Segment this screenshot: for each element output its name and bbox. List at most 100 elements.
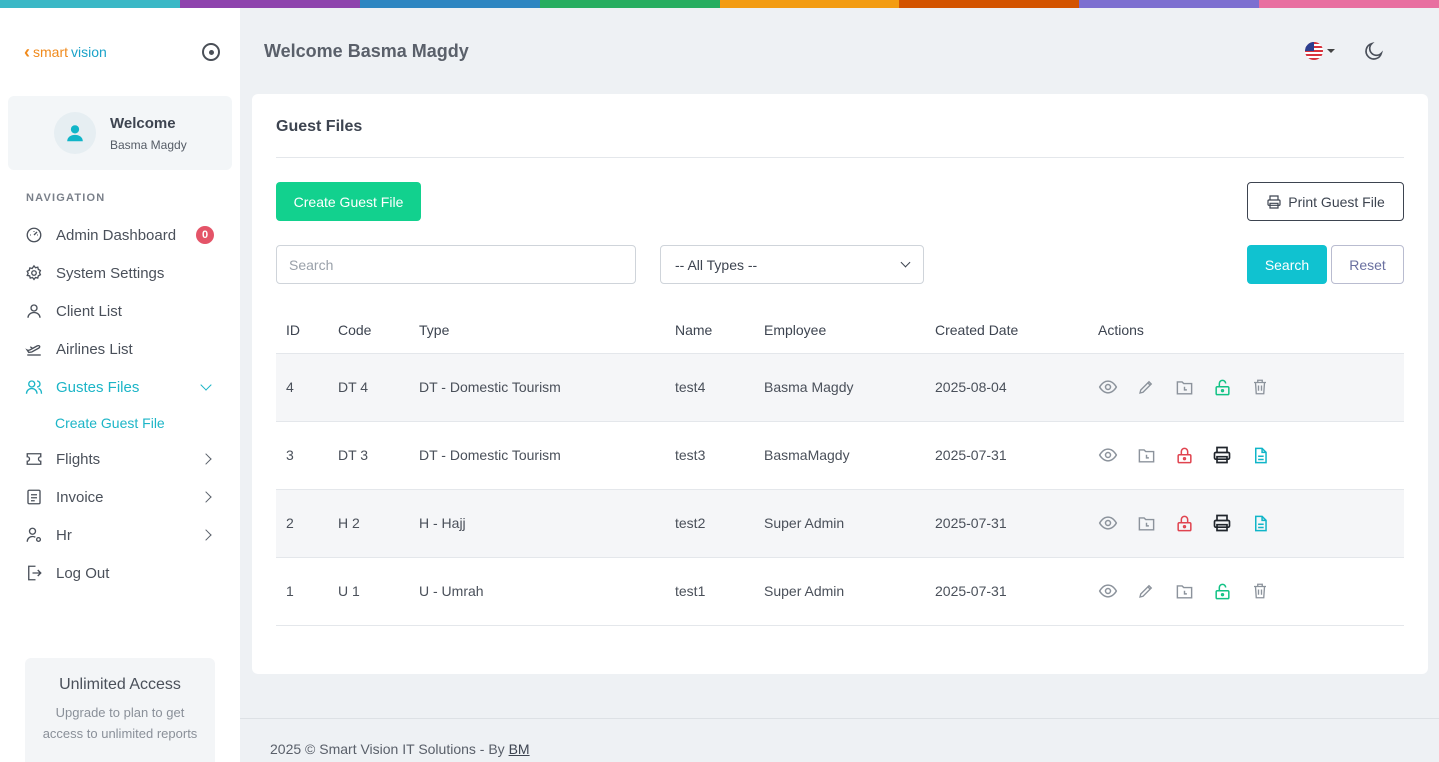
sidebar-item-client-list[interactable]: Client List	[0, 292, 240, 330]
search-button[interactable]: Search	[1247, 245, 1327, 284]
doc-icon[interactable]	[1250, 513, 1270, 533]
logo[interactable]: ‹ smart vision	[24, 42, 107, 63]
create-guest-file-button[interactable]: Create Guest File	[276, 182, 421, 221]
cell-code: H 2	[328, 489, 409, 558]
card-title: Guest Files	[276, 118, 363, 135]
cell-code: DT 4	[328, 353, 409, 422]
logo-row: ‹ smart vision	[0, 8, 240, 96]
caret-down-icon	[1327, 49, 1335, 53]
nav-section-label: NAVIGATION	[26, 192, 106, 204]
delete-icon[interactable]	[1250, 581, 1270, 601]
moon-icon[interactable]	[1363, 40, 1385, 62]
chevron-right-icon	[200, 453, 212, 465]
sidebar-item-flights[interactable]: Flights	[0, 440, 240, 478]
invoice-icon	[24, 487, 44, 507]
cell-actions	[1088, 557, 1404, 626]
folder-icon[interactable]	[1174, 581, 1194, 601]
printer-icon	[1267, 194, 1281, 209]
cell-type: DT - Domestic Tourism	[409, 421, 665, 490]
column-header[interactable]: ID	[276, 307, 328, 354]
sidebar-item-invoice[interactable]: Invoice	[0, 478, 240, 516]
cell-id: 3	[276, 421, 328, 490]
edit-icon[interactable]	[1136, 377, 1156, 397]
chevron-right-icon	[200, 491, 212, 503]
cell-type: H - Hajj	[409, 489, 665, 558]
footer: 2025 © Smart Vision IT Solutions - By BM	[240, 718, 1439, 762]
column-header[interactable]: Employee	[754, 307, 925, 354]
sidebar-item-admin-dashboard[interactable]: Admin Dashboard 0	[0, 216, 240, 254]
cell-name: test4	[665, 353, 754, 422]
view-icon[interactable]	[1098, 581, 1118, 601]
welcome-card: Welcome Basma Magdy	[8, 96, 232, 170]
unlock-icon[interactable]	[1212, 377, 1232, 397]
column-header[interactable]: Name	[665, 307, 754, 354]
reset-button[interactable]: Reset	[1331, 245, 1404, 284]
guest-files-card: Guest Files Create Guest File Print Gues…	[252, 94, 1428, 674]
cell-type: DT - Domestic Tourism	[409, 353, 665, 422]
logo-mark-icon: ‹	[24, 41, 30, 62]
notification-badge: 0	[196, 226, 214, 244]
column-header[interactable]: Created Date	[925, 307, 1088, 354]
view-icon[interactable]	[1098, 377, 1118, 397]
sidebar-toggle-icon[interactable]	[202, 43, 220, 61]
color-stripe	[0, 0, 1439, 8]
column-header[interactable]: Code	[328, 307, 409, 354]
print-icon[interactable]	[1212, 445, 1232, 465]
cell-name: test3	[665, 421, 754, 490]
welcome-title: Welcome	[110, 114, 176, 132]
folder-icon[interactable]	[1174, 377, 1194, 397]
welcome-name: Basma Magdy	[110, 137, 187, 152]
us-flag-icon	[1305, 42, 1323, 60]
table-row: 2H 2H - Hajj test2 Super Admin 2025-07-31	[276, 489, 1404, 558]
chevron-down-icon	[900, 257, 911, 268]
lock-icon[interactable]	[1174, 513, 1194, 533]
sidebar-item-log-out[interactable]: Log Out	[0, 554, 240, 592]
folder-icon[interactable]	[1136, 513, 1156, 533]
search-input[interactable]	[276, 245, 636, 284]
avatar	[54, 112, 96, 154]
lock-icon[interactable]	[1174, 445, 1194, 465]
sidebar-item-system-settings[interactable]: System Settings	[0, 254, 240, 292]
view-icon[interactable]	[1098, 445, 1118, 465]
view-icon[interactable]	[1098, 513, 1118, 533]
sidebar-item-hr[interactable]: Hr	[0, 516, 240, 554]
top-header: Welcome Basma Magdy	[240, 8, 1415, 94]
upgrade-title: Unlimited Access	[59, 676, 181, 693]
language-dropdown[interactable]	[1305, 42, 1335, 60]
logout-icon	[24, 563, 44, 583]
sidebar-item-airlines-list[interactable]: Airlines List	[0, 330, 240, 368]
upgrade-card: Unlimited Access Upgrade to plan to get …	[25, 658, 215, 762]
cell-actions	[1088, 353, 1404, 422]
print-guest-file-button[interactable]: Print Guest File	[1247, 182, 1404, 221]
type-select[interactable]: -- All Types --	[660, 245, 924, 284]
column-header[interactable]: Type	[409, 307, 665, 354]
cell-actions	[1088, 421, 1404, 490]
cell-id: 2	[276, 489, 328, 558]
user-gear-icon	[24, 525, 44, 545]
sidebar-subitem-create-guest-file[interactable]: Create Guest File	[0, 406, 240, 440]
ticket-icon	[24, 449, 44, 469]
cell-name: test2	[665, 489, 754, 558]
delete-icon[interactable]	[1250, 377, 1270, 397]
edit-icon[interactable]	[1136, 581, 1156, 601]
cell-code: U 1	[328, 557, 409, 626]
unlock-icon[interactable]	[1212, 581, 1232, 601]
print-icon[interactable]	[1212, 513, 1232, 533]
cell-date: 2025-07-31	[925, 489, 1088, 558]
cell-employee: Super Admin	[754, 557, 925, 626]
cell-date: 2025-07-31	[925, 557, 1088, 626]
plane-icon	[24, 339, 44, 359]
sidebar: ‹ smart vision Welcome Basma Magdy NAVIG…	[0, 8, 240, 762]
cell-id: 4	[276, 353, 328, 422]
users-icon	[24, 377, 44, 397]
doc-icon[interactable]	[1250, 445, 1270, 465]
cell-date: 2025-08-04	[925, 353, 1088, 422]
gear-icon	[24, 263, 44, 283]
dashboard-icon	[24, 225, 44, 245]
cell-code: DT 3	[328, 421, 409, 490]
footer-link[interactable]: BM	[509, 741, 530, 757]
sidebar-item-gustes-files[interactable]: Gustes Files	[0, 368, 240, 406]
cell-name: test1	[665, 557, 754, 626]
chevron-right-icon	[200, 529, 212, 541]
folder-icon[interactable]	[1136, 445, 1156, 465]
